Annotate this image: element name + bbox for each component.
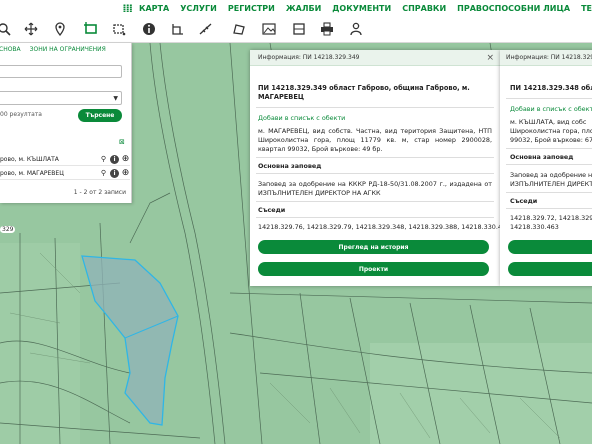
neighbors-heading: Съседи [510,197,538,205]
select-rectangle-icon[interactable] [81,19,101,39]
chevron-down-icon: ▼ [113,95,118,102]
projects-button-2[interactable] [508,262,592,276]
pan-icon[interactable] [21,19,41,39]
history-button-2[interactable] [508,240,592,254]
projects-button[interactable]: Проекти [258,262,489,276]
list-item[interactable]: рово, м. КЪШЛАТА ⚲ i ⊕ [0,153,130,166]
parcel-description-l2: Широколистна гора, площ [510,127,592,135]
search-type-select[interactable]: ▼ [0,91,122,105]
list-item[interactable]: рово, м. МАГАРЕВЕЦ ⚲ i ⊕ [0,167,130,180]
nav-reports[interactable]: СПРАВКИ [402,4,446,13]
history-button[interactable]: Преглед на история [258,240,489,254]
area-icon[interactable] [229,19,249,39]
nav-licensed-persons[interactable]: ПРАВОСПОСОБНИ ЛИЦА [457,4,570,13]
excel-export-icon[interactable]: ⊠ [119,138,125,146]
map-toolbar [0,16,592,43]
order-text: Заповед за одобрение на КККР РД-18-50/31… [258,180,492,197]
order-heading: Основна заповед [258,162,322,170]
info-icon[interactable] [139,19,159,39]
info-icon[interactable]: i [110,154,119,164]
apps-grid-icon[interactable]: ⁞⁞⁞ [122,2,133,15]
nav-registers[interactable]: РЕГИСТРИ [228,4,275,13]
add-icon[interactable]: ⊕ [121,154,130,164]
search-button[interactable]: Търсене [78,109,122,122]
popup-header: Информация: ПИ 14218.329.34 [500,50,592,66]
top-navigation: ⁞⁞⁞ КАРТА УСЛУГИ РЕГИСТРИ ЖАЛБИ ДОКУМЕНТ… [0,0,592,16]
select-polygon-icon[interactable] [109,19,129,39]
nav-complaints[interactable]: ЖАЛБИ [286,4,321,13]
location-pin-icon[interactable] [50,19,70,39]
search-icon[interactable]: ⚲ [99,169,108,178]
map-label-329: 329 [0,226,16,233]
results-count: 00 резултата [0,111,42,118]
nav-documents[interactable]: ДОКУМЕНТИ [332,4,391,13]
measure-angle-icon[interactable] [168,19,188,39]
pager-info: 1 - 2 от 2 записи [73,189,126,196]
info-icon[interactable]: i [110,168,119,178]
parcel-description: м. МАГАРЕВЕЦ, вид собств. Частна, вид те… [258,127,492,153]
image-icon[interactable] [259,19,279,39]
order-heading: Основна заповед [510,153,574,161]
search-input[interactable] [0,65,122,78]
order-text-l2: ИЗПЪЛНИТЕЛЕН ДИРЕКТО [510,180,592,188]
parcel-info-popup: Информация: ПИ 14218.329.349 × ПИ 14218.… [250,50,511,286]
list-item-label: рово, м. КЪШЛАТА [0,155,59,163]
layers-icon[interactable] [289,19,309,39]
neighbors-list: 14218.329.76, 14218.329.79, 14218.329.34… [258,223,511,231]
nav-services[interactable]: УСЛУГИ [180,4,217,13]
nav-more[interactable]: ТЕ [581,4,592,13]
neighbors-l2: 14218.330.463 [510,223,559,231]
add-to-list-link[interactable]: Добави в списък с обекти [500,105,592,113]
add-to-list-link[interactable]: Добави в списък с обекти [250,114,500,122]
neighbors-l1: 14218.329.72, 14218.329.7 [510,214,592,222]
parcel-description-l1: м. КЪШЛАТА, вид собс [510,118,587,126]
tab-restriction-zones[interactable]: ЗОНИ НА ОГРАНИЧЕНИЯ [30,46,106,56]
parcel-info-popup-2: Информация: ПИ 14218.329.34 ПИ 14218.329… [500,50,592,286]
search-panel: СНОВА ЗОНИ НА ОГРАНИЧЕНИЯ ▼ 00 резултата… [0,43,132,203]
print-icon[interactable] [317,19,337,39]
parcel-description-l3: 99032, Брой въркове: 67 б [510,136,592,144]
order-text-l1: Заповед за одобрение н [510,171,592,179]
user-icon[interactable] [346,19,366,39]
parcel-title: ПИ 14218.329.349 област Габрово, община … [258,84,470,101]
list-item-label: рово, м. МАГАРЕВЕЦ [0,169,64,177]
nav-map[interactable]: КАРТА [139,4,169,13]
search-icon[interactable]: ⚲ [99,155,108,164]
zoom-icon[interactable] [0,19,14,39]
neighbors-heading: Съседи [258,206,286,214]
popup-header: Информация: ПИ 14218.329.349 [250,50,500,66]
measure-distance-icon[interactable] [196,19,216,39]
tab-basic[interactable]: СНОВА [0,46,21,56]
parcel-title: ПИ 14218.329.348 облас [510,84,592,92]
add-icon[interactable]: ⊕ [121,168,130,178]
close-icon[interactable]: × [486,53,494,63]
